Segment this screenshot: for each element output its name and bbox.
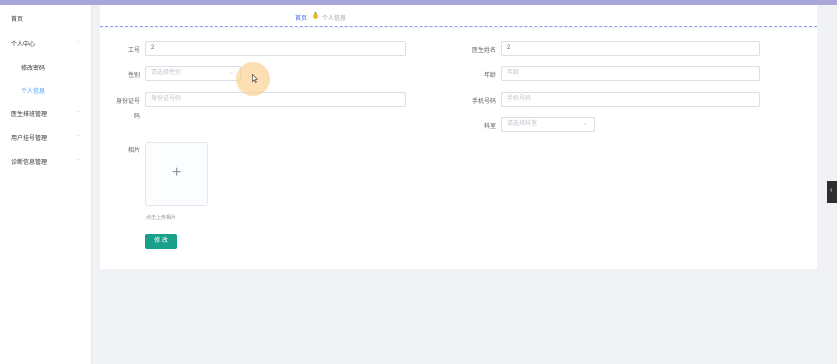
field-label-gender: 性别 bbox=[127, 73, 140, 79]
chevron-down-icon: ⌄ bbox=[76, 38, 81, 44]
sidebar-item-label: 医生排班管理 bbox=[11, 112, 48, 118]
field-label-photo: 相片 bbox=[127, 148, 140, 154]
field-label-id-card-wrap: 码 bbox=[133, 114, 140, 120]
sidebar-item-diagnosis[interactable]: 诊断信息管理 ⌄ bbox=[0, 153, 91, 169]
sidebar-item-label: 首页 bbox=[11, 17, 24, 23]
chevron-down-icon: ⌄ bbox=[582, 121, 588, 127]
chevron-down-icon: ⌄ bbox=[76, 156, 81, 162]
sidebar-item-label: 个人中心 bbox=[11, 42, 36, 48]
breadcrumb-home[interactable]: 首页 bbox=[295, 13, 307, 22]
photo-uploader[interactable]: + bbox=[145, 142, 208, 206]
breadcrumb: 首页 个人信息 bbox=[100, 5, 817, 27]
age-input[interactable]: 年龄 bbox=[501, 66, 760, 81]
plus-icon: + bbox=[172, 164, 182, 181]
sidebar-item-personal-info[interactable]: 个人信息 bbox=[0, 82, 91, 98]
chevron-left-icon: ‹ bbox=[830, 187, 833, 194]
sidebar-item-change-password[interactable]: 修改密码 bbox=[0, 59, 91, 75]
sidebar-item-personal-center[interactable]: 个人中心 ⌄ bbox=[0, 35, 91, 51]
sidebar-item-registration[interactable]: 用户挂号管理 ⌄ bbox=[0, 129, 91, 145]
field-label-gonghao: 工号 bbox=[127, 48, 140, 54]
sidebar-item-home[interactable]: 首页 bbox=[0, 10, 91, 26]
field-label-id-card: 身份证号 bbox=[115, 99, 140, 105]
department-select[interactable]: 请选择科室 ⌄ bbox=[501, 117, 595, 132]
upload-tip: 点击上传相片 bbox=[146, 215, 177, 221]
mouse-pointer-icon bbox=[252, 74, 258, 83]
sidebar-item-label: 用户挂号管理 bbox=[11, 136, 48, 142]
modify-button[interactable]: 修 改 bbox=[145, 234, 177, 249]
chevron-down-icon: ⌄ bbox=[76, 132, 81, 138]
sidebar-item-label: 修改密码 bbox=[21, 66, 46, 72]
chevron-down-icon: ⌄ bbox=[228, 70, 234, 76]
field-label-phone: 手机号码 bbox=[471, 99, 496, 105]
department-select-placeholder: 请选择科室 bbox=[507, 121, 538, 127]
phone-input[interactable]: 手机号码 bbox=[501, 92, 760, 107]
gender-select-placeholder: 请选择性别 bbox=[151, 70, 182, 76]
sidebar-item-label: 诊断信息管理 bbox=[11, 160, 48, 166]
field-label-department: 科室 bbox=[483, 124, 496, 130]
field-label-age: 年龄 bbox=[483, 73, 496, 79]
field-label-doctor-name: 医生姓名 bbox=[471, 48, 496, 54]
sidebar: 首页 个人中心 ⌄ 修改密码 个人信息 医生排班管理 ⌄ 用户挂号管理 ⌄ 诊断… bbox=[0, 5, 92, 364]
gonghao-input[interactable]: 2 bbox=[145, 41, 406, 56]
chevron-down-icon: ⌄ bbox=[76, 108, 81, 114]
collapse-panel-handle[interactable]: ‹ bbox=[827, 181, 837, 203]
id-card-input[interactable]: 身份证号码 bbox=[145, 92, 406, 107]
gender-select[interactable]: 请选择性别 ⌄ bbox=[145, 66, 241, 81]
pineapple-icon bbox=[313, 11, 318, 19]
doctor-name-input[interactable]: 2 bbox=[501, 41, 760, 56]
sidebar-item-schedule[interactable]: 医生排班管理 ⌄ bbox=[0, 105, 91, 121]
breadcrumb-current: 个人信息 bbox=[322, 16, 347, 22]
sidebar-item-label: 个人信息 bbox=[21, 89, 46, 95]
